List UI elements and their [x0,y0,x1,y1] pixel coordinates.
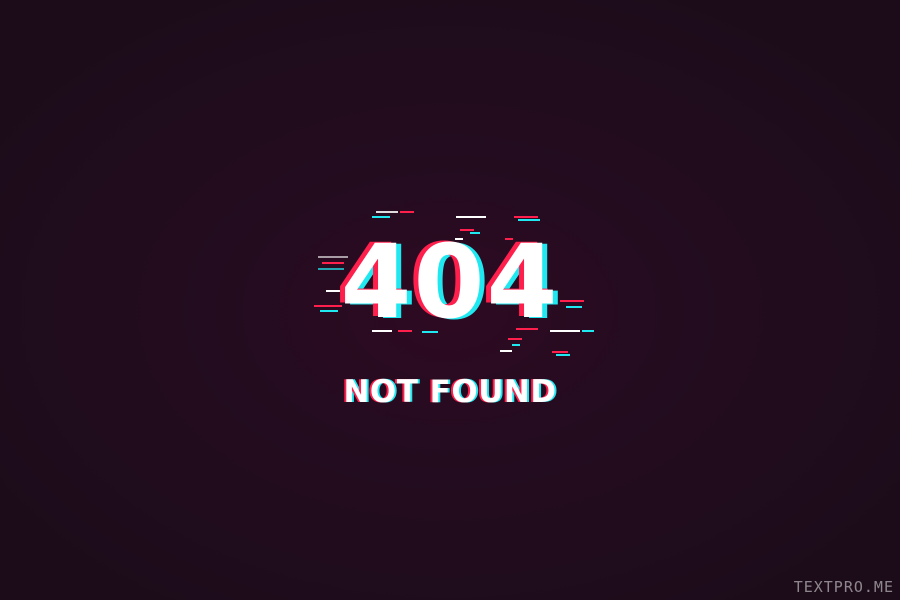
watermark: TEXTPRO.ME [793,578,894,596]
error-code-heading: 404 [340,223,560,342]
error-page: 404 NOT FOUND TEXTPRO.ME [0,0,900,600]
error-subtitle: NOT FOUND [343,374,557,410]
